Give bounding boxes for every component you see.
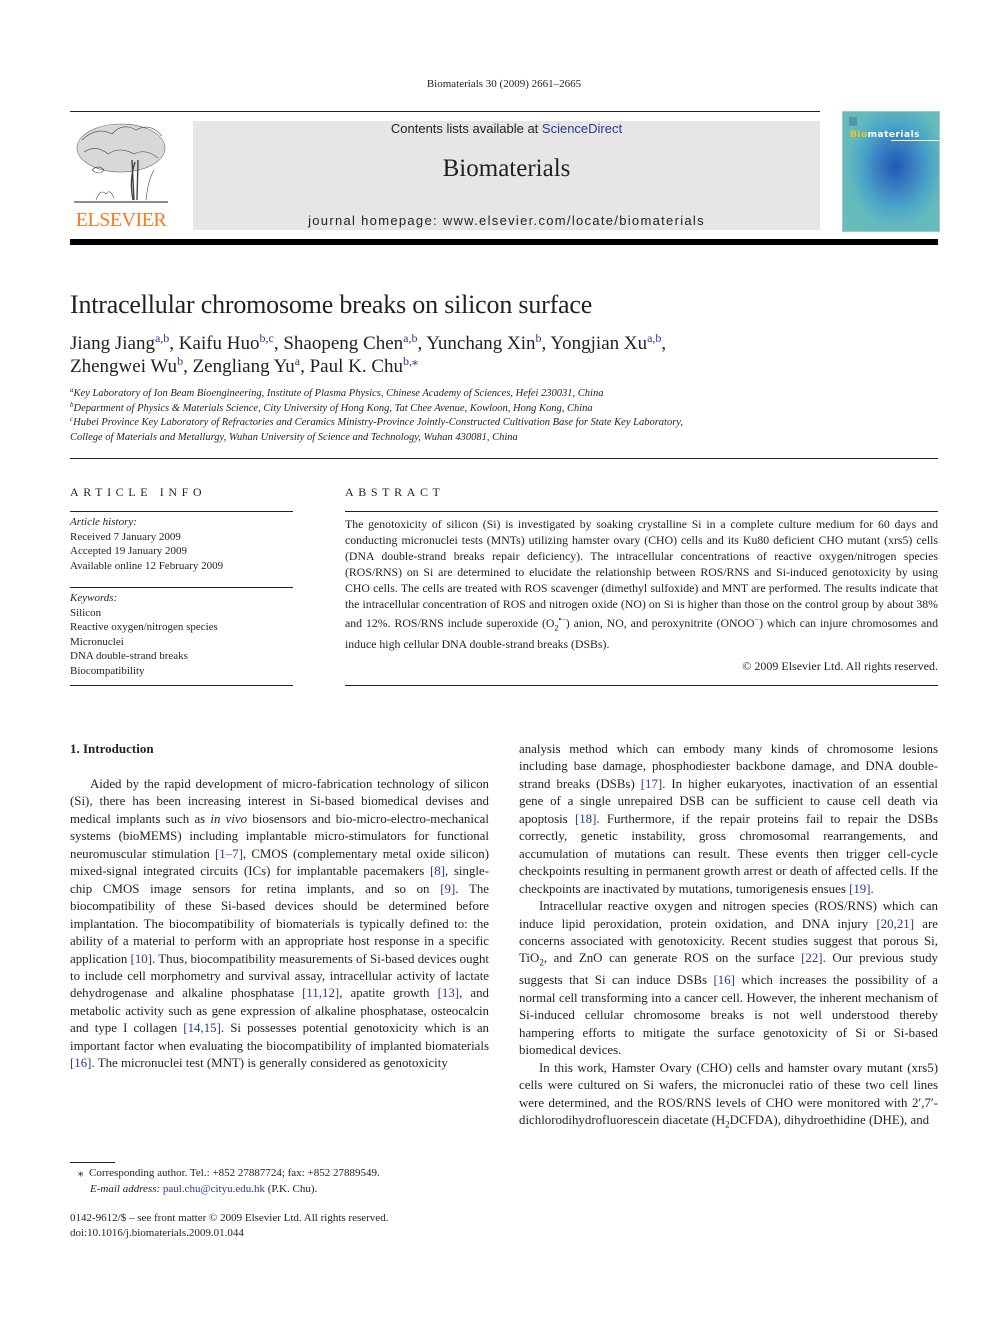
elsevier-logo[interactable]: ELSEVIER — [70, 120, 172, 232]
footnote-rule — [70, 1162, 115, 1163]
cover-elsevier-icon — [849, 117, 857, 126]
keyword[interactable]: Micronuclei — [70, 635, 218, 650]
keyword[interactable]: Biocompatibility — [70, 664, 218, 679]
author-line-2: Zhengwei Wub, Zengliang Yua, Paul K. Chu… — [70, 354, 419, 377]
citation-link[interactable]: [16] — [70, 1056, 91, 1070]
citation-link[interactable]: [17] — [641, 777, 662, 791]
journal-homepage-link[interactable]: journal homepage: www.elsevier.com/locat… — [193, 213, 820, 228]
doi-link[interactable]: doi:10.1016/j.biomaterials.2009.01.044 — [70, 1226, 388, 1241]
footnote-email-line: E-mail address: paul.chu@cityu.edu.hk (P… — [90, 1183, 318, 1195]
paragraph: In this work, Hamster Ovary (CHO) cells … — [519, 1060, 938, 1130]
affiliation: aKey Laboratory of Ion Beam Bioengineeri… — [70, 386, 604, 400]
author-list: Jiang Jianga,b, Kaifu Huob,c, Shaopeng C… — [70, 332, 666, 378]
article-history-label: Article history: — [70, 516, 137, 528]
citation-link[interactable]: [11,12] — [302, 986, 339, 1000]
affiliations: aKey Laboratory of Ion Beam Bioengineeri… — [70, 387, 683, 445]
author[interactable]: Jiang Jianga,b — [70, 332, 169, 354]
paragraph: analysis method which can embody many ki… — [519, 742, 938, 896]
cover-title: Biomaterials — [850, 130, 920, 140]
footnote-line: ⁎ Corresponding author. Tel.: +852 27887… — [78, 1167, 380, 1179]
introduction-heading: 1. Introduction — [70, 741, 154, 756]
elsevier-wordmark: ELSEVIER — [75, 209, 167, 231]
paragraph: Intracellular reactive oxygen and nitrog… — [519, 899, 939, 1058]
running-head: Biomaterials 30 (2009) 2661–2665 — [426, 78, 582, 90]
keyword[interactable]: DNA double-strand breaks — [70, 649, 218, 664]
author[interactable]: Kaifu Huob,c — [179, 332, 274, 354]
citation-link[interactable]: [16] — [713, 973, 734, 987]
affiliation-continued: College of Materials and Metallurgy, Wuh… — [70, 431, 518, 443]
author[interactable]: Zhengwei Wub — [70, 355, 183, 377]
elsevier-tree-icon — [74, 123, 168, 203]
keywords-rule — [70, 587, 293, 588]
citation-link[interactable]: [1–7] — [215, 847, 243, 861]
citation-link[interactable]: [20,21] — [876, 917, 914, 931]
author[interactable]: Yunchang Xinb — [426, 332, 541, 354]
subscript: 2 — [725, 1119, 730, 1130]
italic-term: in vivo — [210, 811, 248, 826]
front-matter: 0142-9612/$ – see front matter © 2009 El… — [70, 1211, 388, 1241]
paragraph: Aided by the rapid development of micro-… — [70, 777, 490, 1071]
history-accepted: Accepted 19 January 2009 — [70, 545, 187, 557]
corresponding-author-footnote: ⁎ Corresponding author. Tel.: +852 27887… — [78, 1165, 380, 1197]
body-column-left: Aided by the rapid development of micro-… — [70, 776, 489, 1073]
abstract-bottom-rule — [345, 685, 938, 686]
citation-link[interactable]: [8] — [430, 864, 445, 878]
history-received: Received 7 January 2009 — [70, 530, 181, 543]
article-title: Intracellular chromosome breaks on silic… — [70, 290, 593, 319]
keyword[interactable]: Silicon — [70, 606, 218, 621]
article-info-rule — [70, 511, 293, 512]
affiliations-rule — [70, 458, 938, 459]
citation-link[interactable]: [10] — [131, 952, 152, 966]
citation-link[interactable]: [14,15] — [183, 1021, 221, 1035]
cover-rule — [891, 140, 939, 141]
email-link[interactable]: paul.chu@cityu.edu.hk — [163, 1183, 265, 1195]
keywords: Keywords: Silicon Reactive oxygen/nitrog… — [70, 591, 218, 678]
contents-prefix: Contents lists available at — [390, 121, 542, 136]
cover-title-accent: Bio — [850, 130, 868, 140]
author-corresponding[interactable]: Paul K. Chub,⁎ — [310, 355, 418, 377]
journal-title: Biomaterials — [442, 155, 571, 182]
abstract-heading: ABSTRACT — [345, 485, 445, 499]
top-rule — [70, 111, 820, 112]
author[interactable]: Yongjian Xua,b — [550, 332, 661, 354]
abstract-rule — [345, 511, 938, 512]
abstract-text: The genotoxicity of silicon (Si) is inve… — [345, 517, 938, 652]
body-column-right: analysis method which can embody many ki… — [519, 741, 938, 1134]
issn-line: 0142-9612/$ – see front matter © 2009 El… — [70, 1212, 389, 1224]
author[interactable]: Zengliang Yua — [193, 355, 301, 377]
citation-link[interactable]: [19] — [849, 882, 870, 896]
author-line-1: Jiang Jianga,b, Kaifu Huob,c, Shaopeng C… — [70, 331, 667, 354]
article-info-heading: ARTICLE INFO — [70, 485, 207, 499]
cover-title-rest: materials — [867, 130, 921, 140]
journal-cover-thumbnail[interactable]: Biomaterials — [842, 111, 940, 232]
article-history: Article history: Received 7 January 2009… — [70, 515, 223, 573]
journal-masthead: Contents lists available at ScienceDirec… — [193, 121, 820, 230]
subscript: 2 — [539, 958, 544, 969]
keyword[interactable]: Reactive oxygen/nitrogen species — [70, 620, 218, 635]
citation-link[interactable]: [18] — [575, 812, 596, 826]
sciencedirect-link[interactable]: ScienceDirect — [542, 121, 622, 136]
abstract-copyright: © 2009 Elsevier Ltd. All rights reserved… — [742, 659, 938, 673]
author[interactable]: Shaopeng Chena,b — [283, 332, 417, 354]
header-thick-rule — [70, 239, 938, 245]
keywords-label: Keywords: — [70, 592, 118, 604]
contents-line: Contents lists available at ScienceDirec… — [193, 121, 820, 136]
affiliation: bDepartment of Physics & Materials Scien… — [70, 400, 593, 414]
affiliation: cHubei Province Key Laboratory of Refrac… — [70, 415, 683, 429]
history-online: Available online 12 February 2009 — [70, 559, 224, 572]
article-info-bottom-rule — [70, 685, 293, 686]
citation-link[interactable]: [22] — [801, 951, 822, 965]
citation-link[interactable]: [13] — [438, 986, 459, 1000]
citation-link[interactable]: [9] — [440, 882, 455, 896]
